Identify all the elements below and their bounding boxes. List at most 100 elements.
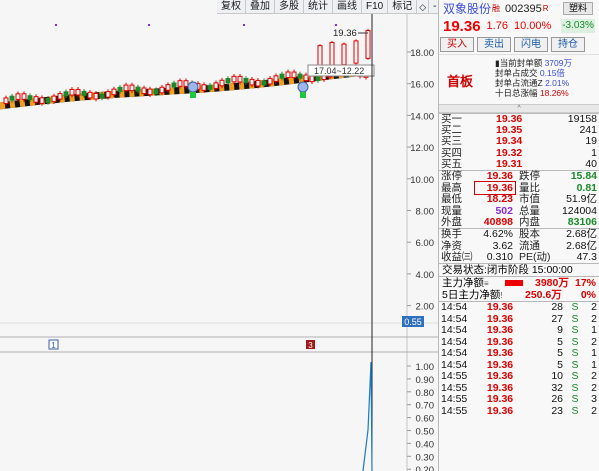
candle-body <box>341 43 347 66</box>
candle-body <box>213 82 219 89</box>
stat-value: 2.68亿 <box>566 239 597 252</box>
flash-trade-button[interactable]: 闪电 <box>514 37 548 52</box>
sector-plastic-button[interactable]: 塑料 <box>563 2 593 15</box>
volume-spike <box>362 361 373 471</box>
buy-button[interactable]: 买入 <box>440 37 474 52</box>
candle-body <box>129 84 135 92</box>
board-line: 封单占流通Z 2.01% <box>495 78 570 88</box>
candle-body <box>365 29 371 59</box>
tick-count: 3 <box>591 393 597 406</box>
candle-body <box>225 78 231 84</box>
order-book-row[interactable]: 买五 19.31 40 <box>439 158 599 171</box>
candle-body <box>249 78 255 86</box>
toolbar-button[interactable]: 画线 <box>333 0 362 14</box>
price-change-pct: 10.00% <box>513 20 552 32</box>
y-tick-label: 10.00 <box>410 175 434 186</box>
stat-label: 内盘 <box>519 216 540 229</box>
candle-body <box>261 80 267 86</box>
limit-up-board-info: 首板 ▮当前封单额 3709万 封单占成交 0.15倍 封单占流通Z 2.01%… <box>439 54 599 104</box>
positions-button[interactable]: 持仓 <box>551 37 585 52</box>
candle-body <box>207 84 213 90</box>
event-marker-icon <box>297 81 309 93</box>
event-dot <box>243 24 245 26</box>
flow-bar <box>505 280 523 287</box>
tick-count: 2 <box>591 301 597 314</box>
order-book: 买一 19.36 19158 买二 19.35 241 买三 19.34 19 买四 19.32 1 买… <box>439 113 599 170</box>
toolbar-button[interactable]: ◇ <box>417 0 430 14</box>
candle-body <box>267 77 273 85</box>
candle-body <box>21 93 27 100</box>
stat-label: 涨停 <box>441 170 462 183</box>
stock-name[interactable]: 双象股份 <box>443 0 491 17</box>
quote-panel: 双象股份 融 002395 R 塑料 19.36 1.76 10.00% -3.… <box>438 0 599 471</box>
stat-value: 40898 <box>483 216 513 229</box>
tick-volume: 23 <box>551 404 563 417</box>
board-label: 首板 <box>447 74 474 89</box>
tick-time: 14:54 <box>441 347 468 360</box>
toolbar-button[interactable]: F10 <box>362 0 389 14</box>
candle-body <box>273 75 279 82</box>
collapse-toggle[interactable]: ^ <box>439 104 599 113</box>
margin-badge: 融 <box>492 4 501 13</box>
candle-body <box>159 86 165 94</box>
y-tick-label: 4.00 <box>416 270 435 281</box>
sell-button[interactable]: 卖出 <box>477 37 511 52</box>
tick-price: 19.36 <box>486 393 514 406</box>
divider-marker-label: 1 <box>51 341 56 350</box>
stat-value: 4.62% <box>483 228 513 241</box>
stat-value: 15.84 <box>570 170 597 183</box>
tick-volume: 10 <box>551 370 563 383</box>
tick-side: S <box>571 347 579 360</box>
ob-price: 19.31 <box>496 158 523 171</box>
stat-label: 收益㈢ <box>441 251 473 264</box>
candle-body <box>33 96 39 103</box>
trade-actions: 买入 卖出 闪电 持仓 <box>439 35 599 54</box>
candle-body <box>63 91 69 97</box>
event-dot <box>148 24 150 26</box>
candle-body <box>141 87 147 95</box>
stat-label: 流通 <box>519 239 540 252</box>
tick-price: 19.36 <box>486 404 514 417</box>
candle-body <box>39 97 45 104</box>
tick-price: 19.36 <box>486 370 514 383</box>
candle-body <box>177 80 183 87</box>
candle-body <box>3 97 9 105</box>
trade-status: 交易状态:闭市阶段 15:00:00 <box>439 263 599 276</box>
candle-body <box>135 86 141 92</box>
stat-label: 股本 <box>519 228 540 241</box>
kline-chart-svg[interactable]: 18.00 16.00 14.00 12.00 10.00 8.00 6.00 4.00 2.0… <box>0 0 438 471</box>
candle-body <box>153 89 159 95</box>
tick-row: 14:54 19.36 5 S 1 <box>439 348 599 360</box>
stat-row: 涨停 19.36 跌停 15.84 <box>439 171 599 183</box>
vol-tick-label: 0.50 <box>416 427 435 438</box>
board-lines: ▮当前封单额 3709万 封单占成交 0.15倍 封单占流通Z 2.01% 十日… <box>495 58 572 98</box>
candle-body <box>15 93 21 100</box>
y-tick-label: 2.00 <box>416 302 435 313</box>
tick-price: 19.36 <box>486 347 514 360</box>
vol-tick-label: 0.60 <box>416 414 435 425</box>
peak-price-label: 19.36 <box>333 28 357 39</box>
kline-chart-area[interactable]: 18.00 16.00 14.00 12.00 10.00 8.00 6.00 4.00 2.0… <box>0 0 491 471</box>
price-row: 19.36 1.76 10.00% -3.03% <box>439 17 599 35</box>
candle-body <box>117 86 123 92</box>
sector-change-badge: -3.03% <box>561 19 595 33</box>
tick-count: 1 <box>591 324 597 337</box>
toolbar-button[interactable]: 标记 <box>388 0 418 14</box>
stat-value: 19.36 <box>486 170 513 183</box>
toolbar-button[interactable]: 复权 <box>217 0 246 14</box>
toolbar-button[interactable]: 叠加 <box>246 0 275 14</box>
five-day-net-flow: 5日主力净额! 250.6万 0% <box>442 288 596 301</box>
vol-tick-label: 0.30 <box>416 452 435 463</box>
candle-body <box>99 93 105 99</box>
toolbar-button[interactable]: 统计 <box>304 0 333 14</box>
stat-label: 换手 <box>441 228 462 241</box>
stat-row: 换手 4.62% 股本 2.68亿 <box>439 228 599 241</box>
candle-body <box>303 74 309 82</box>
order-book-row[interactable]: 买三 19.34 19 <box>439 136 599 147</box>
toolbar-button[interactable]: 多股 <box>275 0 304 14</box>
board-line: 十日总涨幅 18.26% <box>495 88 569 98</box>
tick-side: S <box>571 393 579 406</box>
tick-count: 1 <box>591 347 597 360</box>
candle-body <box>219 79 225 87</box>
tick-side: S <box>571 404 579 417</box>
